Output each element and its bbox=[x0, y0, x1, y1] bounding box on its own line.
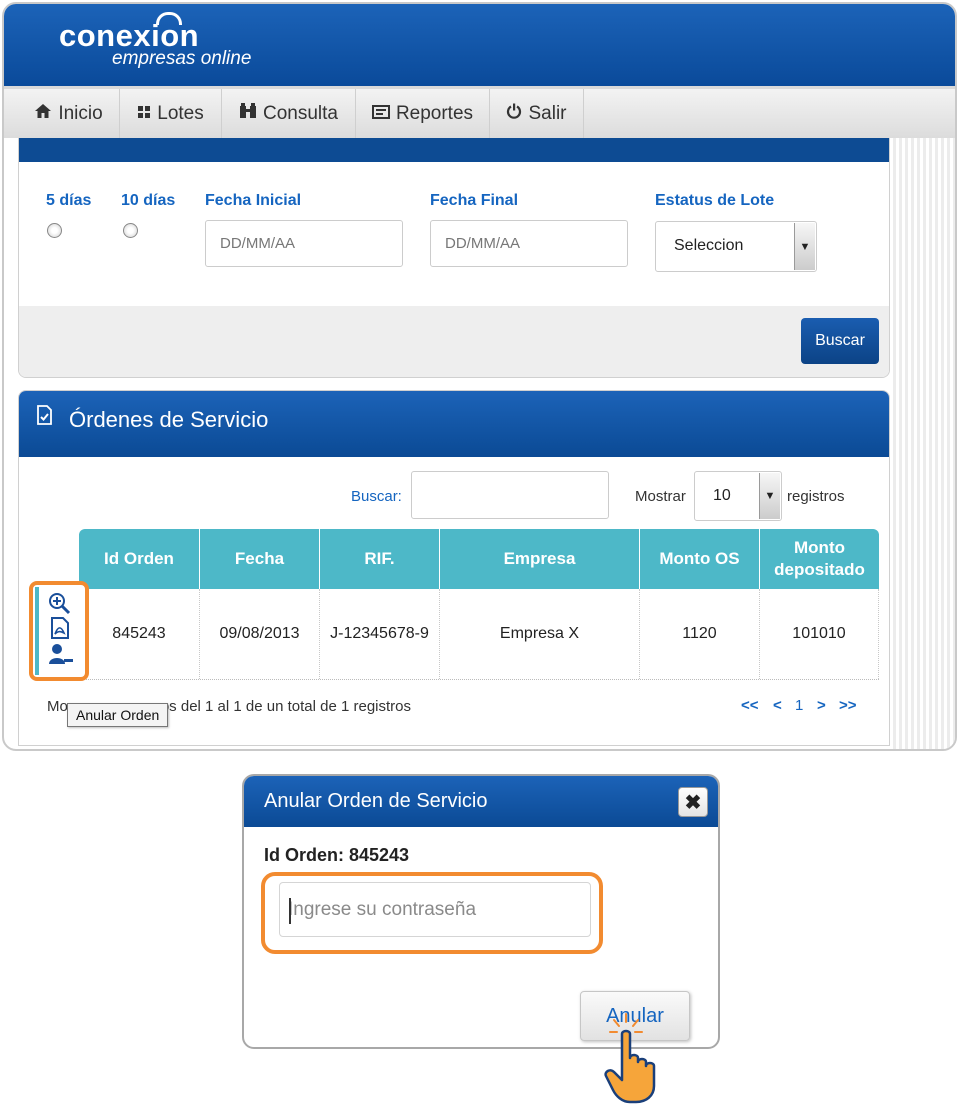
chevron-down-icon[interactable]: ▼ bbox=[759, 473, 780, 519]
cell-rif: J-12345678-9 bbox=[319, 589, 439, 679]
col-id-orden[interactable]: Id Orden bbox=[79, 529, 199, 589]
zoom-in-icon[interactable] bbox=[47, 591, 71, 620]
document-check-icon bbox=[35, 405, 52, 425]
start-date-label: Fecha Inicial bbox=[205, 192, 302, 209]
dialog-header: Anular Orden de Servicio ✖ bbox=[244, 776, 718, 827]
row-actions bbox=[29, 581, 89, 681]
table-row: 845243 09/08/2013 J-12345678-9 Empresa X… bbox=[79, 589, 879, 680]
cancel-order-dialog: Anular Orden de Servicio ✖ Id Orden: 845… bbox=[242, 774, 720, 1049]
filter-10-dias-label: 10 días bbox=[121, 192, 176, 209]
filter-panel-topbar bbox=[19, 138, 889, 162]
records-label: registros bbox=[787, 488, 845, 505]
orders-title: Órdenes de Servicio bbox=[69, 407, 269, 432]
status-select-value: Seleccion bbox=[674, 237, 744, 254]
start-date-input[interactable] bbox=[205, 220, 403, 267]
nav-label: Reportes bbox=[395, 102, 474, 124]
filter-5-dias-label: 5 días bbox=[46, 192, 92, 209]
col-empresa[interactable]: Empresa bbox=[439, 529, 639, 589]
col-rif[interactable]: RIF. bbox=[319, 529, 439, 589]
cell-monto-depositado: 101010 bbox=[759, 589, 879, 679]
table-header: Id Orden Fecha RIF. Empresa Monto OS Mon… bbox=[79, 529, 879, 589]
show-label: Mostrar bbox=[635, 488, 686, 505]
main-nav: Inicio Lotes Consulta Reportes Salir bbox=[4, 86, 955, 138]
power-icon bbox=[506, 103, 522, 124]
nav-reportes[interactable]: Reportes bbox=[356, 89, 490, 138]
cell-fecha: 09/08/2013 bbox=[199, 589, 319, 679]
col-monto-depositado[interactable]: Monto depositado bbox=[759, 529, 879, 589]
password-input[interactable] bbox=[279, 882, 591, 937]
cell-empresa: Empresa X bbox=[439, 589, 639, 679]
nav-label: Lotes bbox=[157, 102, 204, 124]
search-button[interactable]: Buscar bbox=[801, 318, 879, 364]
page-prev[interactable]: < bbox=[773, 697, 782, 714]
table-search-label: Buscar: bbox=[351, 488, 402, 505]
page-first[interactable]: << bbox=[741, 697, 759, 714]
page-size-select[interactable]: 10 ▼ bbox=[694, 471, 782, 521]
main-window: conexion empresas online Inicio Lotes Co… bbox=[2, 2, 957, 751]
remove-user-icon[interactable] bbox=[48, 643, 74, 670]
nav-label: Salir bbox=[528, 102, 567, 124]
reportes-icon bbox=[371, 104, 390, 124]
nav-consulta[interactable]: Consulta bbox=[222, 89, 356, 138]
filter-5-dias-radio[interactable] bbox=[47, 223, 62, 238]
header-bar: conexion empresas online bbox=[4, 4, 955, 86]
row-actions-strip bbox=[35, 587, 39, 675]
lotes-icon bbox=[137, 104, 151, 124]
page-last[interactable]: >> bbox=[839, 697, 857, 714]
filter-panel: 5 días 10 días Fecha Inicial Fecha Final… bbox=[18, 138, 890, 378]
col-monto-os[interactable]: Monto OS bbox=[639, 529, 759, 589]
filter-10-dias-radio[interactable] bbox=[123, 223, 138, 238]
logo-signal-icon bbox=[156, 12, 182, 25]
hand-pointer-icon bbox=[602, 1010, 662, 1104]
nav-label: Consulta bbox=[263, 102, 338, 124]
pdf-icon[interactable] bbox=[50, 617, 70, 644]
end-date-input[interactable] bbox=[430, 220, 628, 267]
page-current[interactable]: 1 bbox=[795, 697, 803, 714]
brand-tagline: empresas online bbox=[112, 48, 252, 69]
cell-monto-os: 1120 bbox=[639, 589, 759, 679]
dialog-order-id: Id Orden: 845243 bbox=[264, 845, 410, 865]
dialog-title: Anular Orden de Servicio bbox=[264, 790, 488, 812]
orders-panel-header: Órdenes de Servicio bbox=[19, 391, 889, 457]
consulta-icon bbox=[239, 103, 257, 124]
text-cursor bbox=[289, 898, 291, 924]
col-fecha[interactable]: Fecha bbox=[199, 529, 319, 589]
table-info-suffix: os del 1 al 1 de un total de 1 registros bbox=[160, 698, 412, 715]
chevron-down-icon[interactable]: ▼ bbox=[794, 223, 815, 270]
end-date-label: Fecha Final bbox=[430, 192, 519, 209]
nav-inicio[interactable]: Inicio bbox=[18, 89, 120, 138]
table-info-prefix: Mo bbox=[47, 698, 68, 715]
tooltip: Anular Orden bbox=[67, 703, 169, 727]
decorative-strip bbox=[890, 138, 955, 749]
password-highlight bbox=[261, 872, 603, 954]
page-next[interactable]: > bbox=[817, 697, 826, 714]
cell-id-orden: 845243 bbox=[112, 625, 166, 642]
filter-footer bbox=[19, 306, 889, 377]
page-size-value: 10 bbox=[713, 487, 731, 504]
nav-salir[interactable]: Salir bbox=[490, 89, 584, 138]
orders-panel: Órdenes de Servicio Buscar: Mostrar 10 ▼… bbox=[18, 390, 890, 746]
close-button[interactable]: ✖ bbox=[678, 787, 708, 817]
status-select[interactable]: Seleccion ▼ bbox=[655, 221, 817, 272]
status-label: Estatus de Lote bbox=[655, 192, 775, 209]
home-icon bbox=[34, 103, 52, 124]
table-search-input[interactable] bbox=[411, 471, 609, 519]
nav-label: Inicio bbox=[58, 102, 103, 124]
nav-lotes[interactable]: Lotes bbox=[120, 89, 222, 138]
